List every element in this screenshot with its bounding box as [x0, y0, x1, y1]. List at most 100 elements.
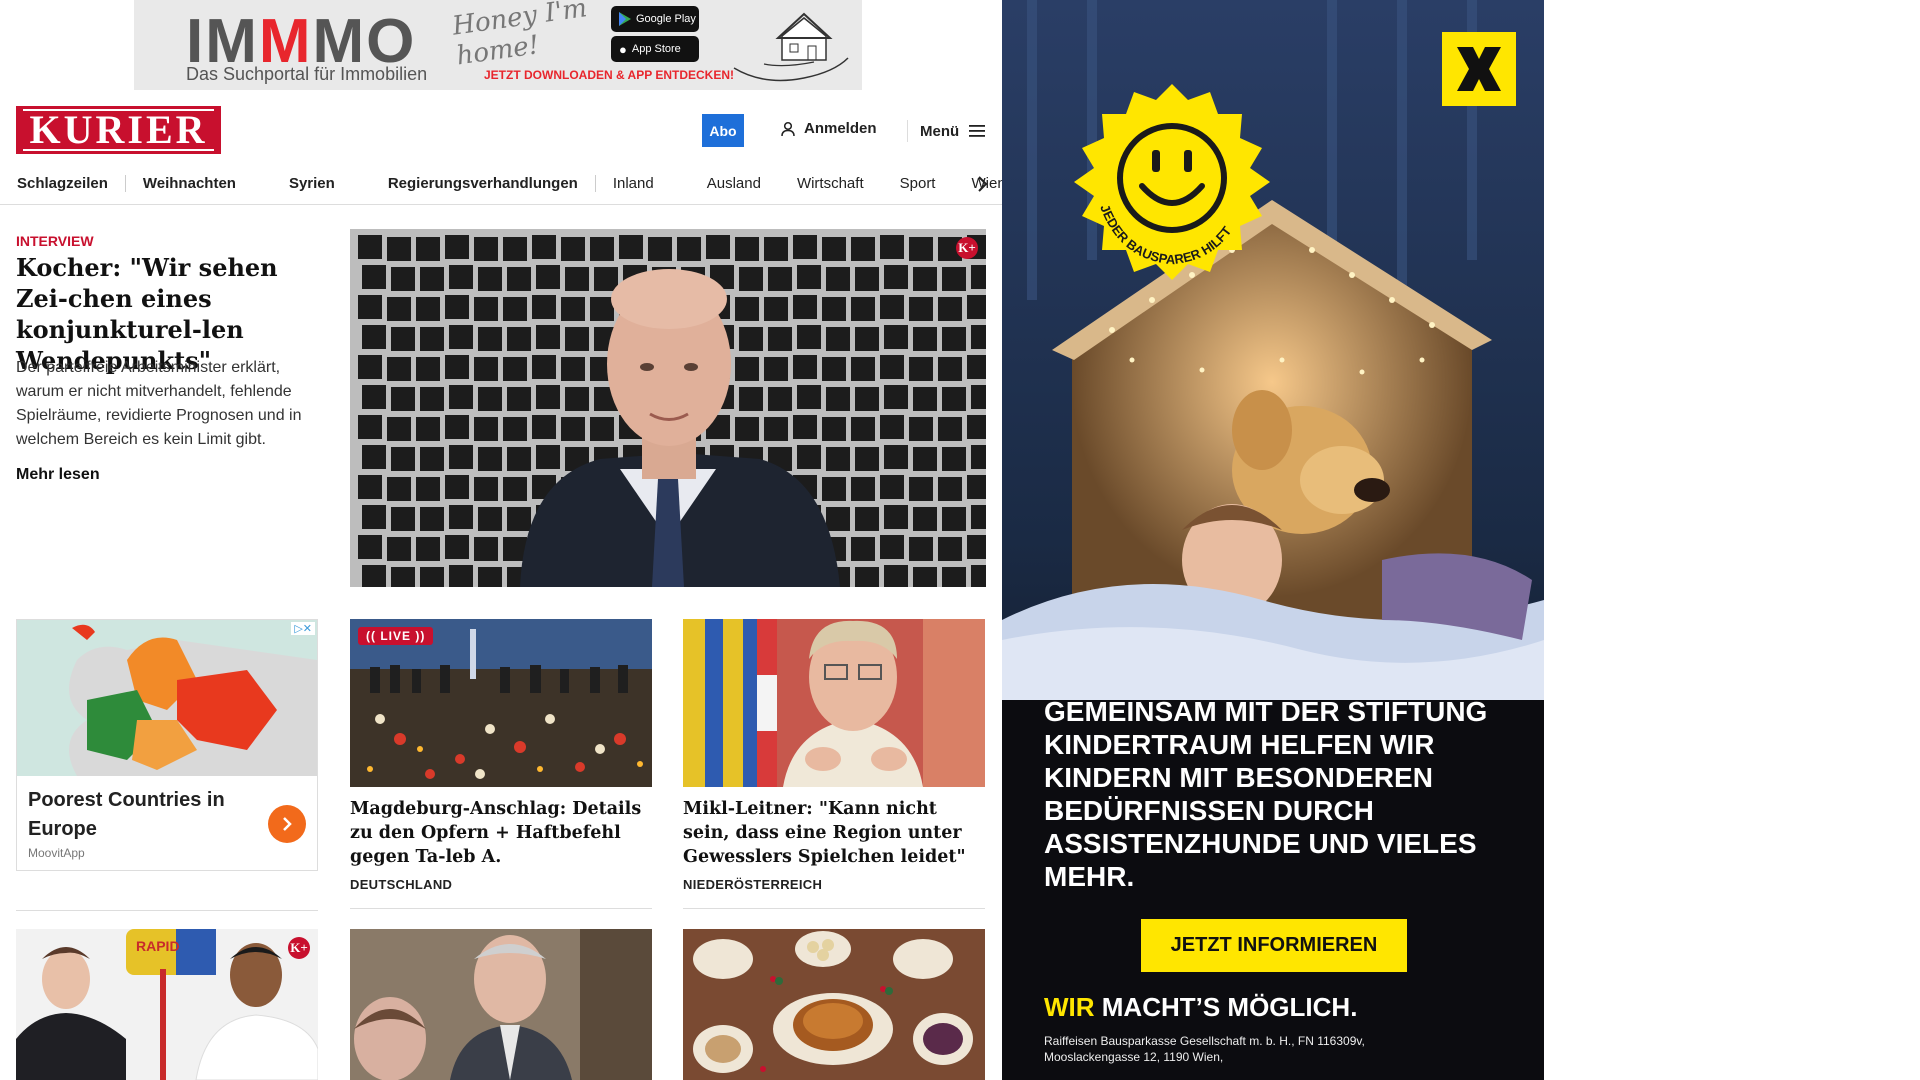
background-tile: [387, 297, 411, 321]
top-banner-ad[interactable]: IMMMO Das Suchportal für Immobilien Hone…: [134, 0, 862, 90]
nav-item-schlagzeilen[interactable]: Schlagzeilen: [0, 175, 126, 192]
adchoices-icon[interactable]: ▷✕: [291, 622, 315, 635]
background-tile: [416, 297, 440, 321]
article-title[interactable]: Magdeburg-Anschlag: Details zu den Opfer…: [350, 797, 652, 869]
background-tile: [971, 565, 986, 587]
kurier-logo[interactable]: KURIER: [16, 106, 221, 154]
nav-item-ausland[interactable]: Ausland: [690, 175, 780, 192]
background-tile: [797, 445, 821, 469]
background-tile: [362, 505, 386, 529]
background-tile: [764, 237, 788, 261]
nav-item-syrien[interactable]: Syrien: [272, 175, 371, 192]
background-tile: [391, 567, 415, 587]
background-tile: [855, 507, 879, 531]
background-tile: [884, 505, 908, 529]
immmo-handwriting: Honey I'm home!: [450, 0, 589, 72]
background-tile: [416, 417, 440, 441]
background-tile: [942, 387, 966, 411]
article-section[interactable]: DEUTSCHLAND: [350, 877, 652, 892]
background-tile: [532, 415, 556, 439]
house-in-hand-icon: [733, 12, 849, 82]
abo-button[interactable]: Abo: [702, 114, 744, 147]
lead-image[interactable]: K+: [350, 229, 986, 587]
background-tile: [503, 237, 527, 261]
background-tile: [971, 385, 986, 409]
article-image: [683, 929, 985, 1080]
background-tile: [474, 537, 498, 561]
background-tile: [478, 507, 502, 531]
nav-item-inland[interactable]: Inland: [596, 175, 690, 192]
google-play-icon: [619, 12, 631, 26]
ad-arrow-button[interactable]: [268, 805, 306, 843]
background-tile: [822, 477, 846, 501]
background-tile: [942, 327, 966, 351]
read-more-link[interactable]: Mehr lesen: [16, 466, 100, 484]
background-tile: [706, 235, 730, 259]
background-tile: [420, 447, 444, 471]
background-tile: [358, 355, 382, 379]
europe-map-image: ▷✕: [17, 620, 317, 776]
sponsored-ad-card[interactable]: ▷✕ Poorest Countries in Europe MoovitApp: [16, 619, 318, 871]
background-tile: [826, 327, 850, 351]
background-tile: [942, 447, 966, 471]
background-tile: [855, 447, 879, 471]
article-card[interactable]: [350, 929, 652, 1080]
background-tile: [474, 297, 498, 321]
menu-button[interactable]: Menü: [907, 120, 986, 142]
article-card[interactable]: (( LIVE )) Magdeburg-Anschlag: Details z…: [350, 619, 652, 909]
background-tile: [590, 297, 614, 321]
background-tile: [938, 417, 962, 441]
side-banner-ad[interactable]: JEDER BAUSPARER HILFT GEMEINSAM MIT DER …: [1002, 0, 1544, 1080]
nav-scroll-right-button[interactable]: [970, 172, 994, 196]
background-tile: [851, 477, 875, 501]
background-tile: [536, 445, 560, 469]
background-tile: [507, 387, 531, 411]
google-play-badge[interactable]: Google Play: [611, 6, 699, 32]
background-tile: [855, 267, 879, 291]
background-tile: [362, 385, 386, 409]
ad-title[interactable]: Poorest Countries in Europe: [28, 786, 248, 844]
background-tile: [416, 357, 440, 381]
background-tile: [420, 387, 444, 411]
article-title[interactable]: Mikl-Leitner: "Kann nicht sein, dass ein…: [683, 797, 985, 869]
login-link[interactable]: Anmelden: [780, 120, 877, 137]
background-tile: [967, 415, 986, 439]
background-tile: [739, 327, 763, 351]
main-nav: Schlagzeilen Weihnachten Syrien Regierun…: [0, 163, 1006, 205]
background-tile: [764, 297, 788, 321]
background-tile: [416, 237, 440, 261]
jetzt-informieren-button[interactable]: JETZT INFORMIEREN: [1141, 919, 1407, 972]
raiffeisen-logo[interactable]: [1442, 32, 1516, 106]
nav-item-weihnachten[interactable]: Weihnachten: [126, 175, 272, 192]
background-tile: [507, 507, 531, 531]
article-card[interactable]: Mikl-Leitner: "Kann nicht sein, dass ein…: [683, 619, 985, 909]
background-tile: [909, 357, 933, 381]
background-tile: [561, 357, 585, 381]
nav-item-sport[interactable]: Sport: [883, 175, 955, 192]
background-tile: [851, 297, 875, 321]
background-tile: [735, 417, 759, 441]
app-store-badge[interactable]: ● App Store: [611, 36, 699, 62]
article-card[interactable]: RAPID K+: [16, 929, 318, 1080]
svg-text:RAPID: RAPID: [136, 938, 180, 954]
page: IMMMO Das Suchportal für Immobilien Hone…: [0, 0, 1920, 1080]
ad-legal-text: Raiffeisen Bausparkasse Gesellschaft m. …: [1044, 1034, 1365, 1064]
background-tile: [445, 415, 469, 439]
immmo-cta[interactable]: JETZT DOWNLOADEN & APP ENTDECKEN!: [484, 68, 734, 82]
background-tile: [938, 537, 962, 561]
background-tile: [416, 477, 440, 501]
background-tile: [565, 327, 589, 351]
background-tile: [909, 237, 933, 261]
background-tile: [449, 385, 473, 409]
login-label: Anmelden: [804, 120, 877, 137]
nav-item-wirtschaft[interactable]: Wirtschaft: [780, 175, 883, 192]
article-section[interactable]: NIEDERÖSTERREICH: [683, 877, 985, 892]
article-card[interactable]: [683, 929, 985, 1080]
background-tile: [561, 297, 585, 321]
background-tile: [764, 357, 788, 381]
background-tile: [536, 265, 560, 289]
background-tile: [851, 237, 875, 261]
nav-item-regierungsverhandlungen[interactable]: Regierungsverhandlungen: [371, 175, 596, 192]
background-tile: [387, 237, 411, 261]
background-tile: [391, 267, 415, 291]
